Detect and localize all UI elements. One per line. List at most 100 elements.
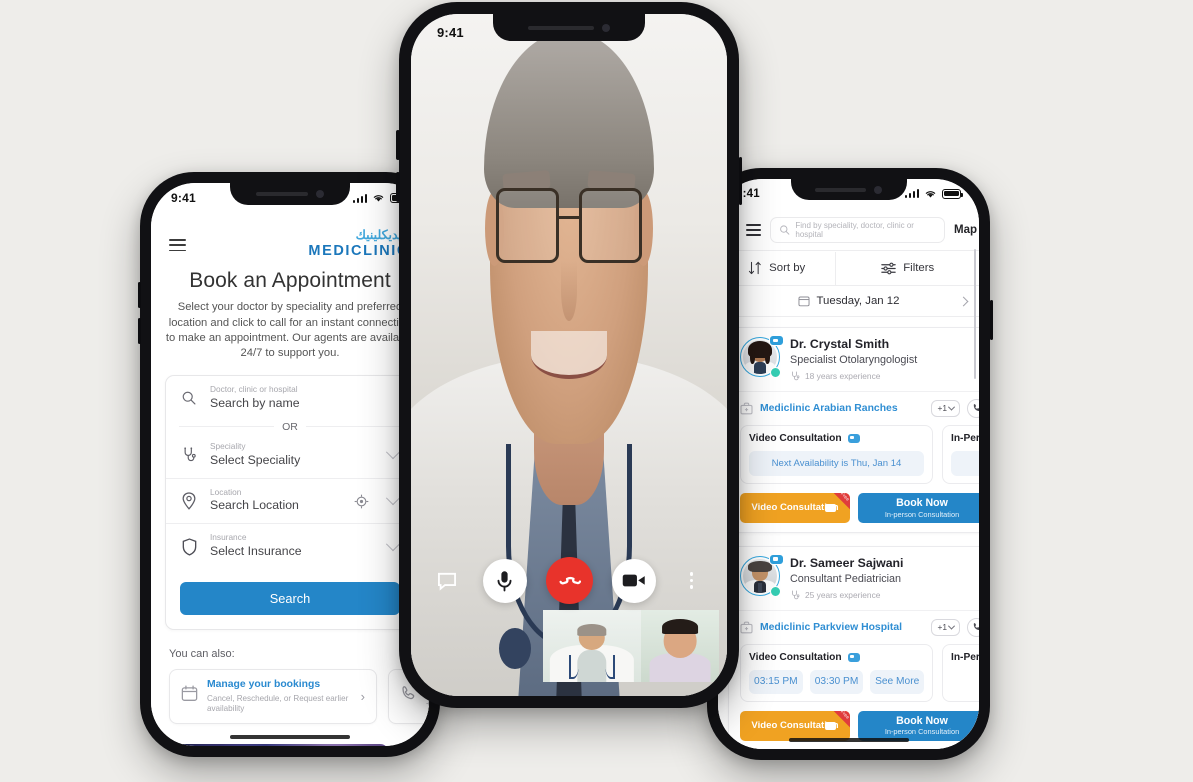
- stethoscope-bell: [499, 627, 532, 669]
- time-slot[interactable]: 03:15 PM: [749, 669, 803, 694]
- you-can-also-heading: You can also:: [169, 647, 235, 660]
- logo-english-text: MEDICLINIC: [308, 242, 409, 259]
- camera-button[interactable]: [611, 558, 656, 603]
- stethoscope-icon: [179, 447, 199, 464]
- chevron-down-icon[interactable]: [385, 536, 401, 551]
- earpiece-speaker: [527, 25, 595, 30]
- search-input[interactable]: Find by speciality, doctor, clinic or ho…: [770, 217, 945, 243]
- search-input[interactable]: Search by name: [210, 396, 401, 412]
- volume-up-button[interactable]: [137, 282, 141, 308]
- crosshair-locate-icon[interactable]: [354, 494, 369, 509]
- divider-line-right: [305, 426, 401, 428]
- phone-hangup-icon: [558, 576, 581, 585]
- field-doctor-clinic-hospital[interactable]: Doctor, clinic or hospital Search by nam…: [166, 376, 414, 421]
- book-now-button[interactable]: Book Now In-person Consultation: [858, 492, 979, 523]
- more-options-button[interactable]: [675, 564, 709, 598]
- field-location[interactable]: Location Search Location: [166, 477, 414, 524]
- filters-button[interactable]: Filters: [835, 251, 979, 285]
- field-label: Location: [210, 486, 242, 497]
- book-now-label: Book Now: [896, 496, 948, 509]
- left-phone-screen: 9:41 ميديكلينيك MEDICLINIC Book an Appoi…: [151, 183, 429, 746]
- chat-button[interactable]: [430, 564, 464, 598]
- next-availability[interactable]: Next Availability is Thu, Jan 14: [749, 450, 924, 476]
- avatar[interactable]: [740, 553, 784, 597]
- video-block-label: Video Consultation: [749, 432, 842, 444]
- chevron-down-icon[interactable]: [385, 491, 401, 506]
- online-status-dot: [770, 367, 781, 378]
- promo-banner-virus[interactable]: [169, 743, 389, 746]
- inperson-block-title: In-Pers: [951, 433, 979, 444]
- promo-banner-secondary[interactable]: [400, 743, 429, 746]
- see-more-slots[interactable]: See More: [870, 669, 925, 694]
- power-button[interactable]: [989, 300, 993, 340]
- chevron-down-icon: [947, 622, 956, 630]
- doctor-experience: 18 years experience: [790, 371, 979, 382]
- field-label: Doctor, clinic or hospital: [210, 384, 298, 395]
- left-phone-device: 9:41 ميديكلينيك MEDICLINIC Book an Appoi…: [137, 172, 443, 757]
- pip-doctor-video[interactable]: [543, 610, 641, 682]
- insurance-select-value[interactable]: Select Insurance: [210, 544, 377, 560]
- avatar[interactable]: [740, 335, 784, 378]
- map-toggle-button[interactable]: Map: [954, 224, 979, 236]
- search-icon: [780, 225, 790, 235]
- pip-patient-video[interactable]: [641, 610, 719, 682]
- video-consultation-button[interactable]: Video Consultation Free: [740, 492, 850, 523]
- doctor-card: Dr. Sameer Sajwani Consultant Pediatrici…: [728, 545, 979, 749]
- doctor-speciality: Specialist Otolaryngologist: [790, 354, 918, 367]
- doctor-name: Dr. Crystal Smith: [790, 337, 890, 351]
- more-locations-pill[interactable]: +1: [931, 399, 960, 417]
- calendar-icon: [797, 296, 810, 307]
- doctor-card: Dr. Crystal Smith Specialist Otolaryngol…: [728, 327, 979, 533]
- hamburger-menu-icon[interactable]: [746, 224, 761, 236]
- home-indicator: [230, 735, 350, 739]
- location-input[interactable]: Search Location: [210, 498, 343, 514]
- divider-line-left: [179, 426, 275, 428]
- video-consultation-button[interactable]: Video Consultation Free: [740, 710, 850, 741]
- speciality-select-value[interactable]: Select Speciality: [210, 453, 377, 469]
- phone-icon: [973, 623, 979, 631]
- mute-button[interactable]: [482, 558, 527, 603]
- more-locations-pill[interactable]: +1: [931, 618, 960, 636]
- consultation-slots: Video Consultation Next Availability is …: [729, 424, 979, 493]
- search-button[interactable]: Search: [180, 581, 400, 615]
- right-phone-device: 9:41 Find by speciality, doctor, clinic …: [704, 168, 993, 760]
- online-status-dot: [770, 585, 781, 597]
- video-block-label: Video Consultation: [749, 651, 842, 663]
- volume-down-button[interactable]: [396, 172, 400, 202]
- volume-down-button[interactable]: [137, 318, 141, 344]
- clinic-name[interactable]: Mediclinic Arabian Ranches: [760, 403, 924, 414]
- list-scrollbar[interactable]: [973, 249, 976, 379]
- video-camera-icon: [825, 503, 836, 512]
- home-indicator: [788, 738, 909, 742]
- hangup-button[interactable]: [545, 557, 593, 604]
- time-slot[interactable]: 03:30 PM: [809, 669, 864, 694]
- page-subtitle: Select your doctor by speciality and pre…: [165, 301, 415, 359]
- field-speciality[interactable]: Speciality Select Speciality: [166, 433, 414, 478]
- call-clinic-button[interactable]: [967, 617, 979, 637]
- selected-date: Tuesday, Jan 12: [816, 295, 900, 307]
- clinic-name[interactable]: Mediclinic Parkview Hospital: [760, 622, 924, 633]
- left-phone-notch: [230, 183, 350, 205]
- front-camera: [602, 23, 611, 32]
- next-availability[interactable]: Ne: [951, 450, 979, 476]
- three-dots-vertical-icon: [689, 572, 694, 589]
- volume-up-button[interactable]: [396, 130, 400, 160]
- next-day-button[interactable]: [958, 296, 969, 306]
- video-icon: [847, 433, 860, 443]
- sliders-icon: [881, 262, 896, 274]
- chevron-right-icon[interactable]: ›: [361, 689, 365, 704]
- appointment-search-form: Doctor, clinic or hospital Search by nam…: [165, 374, 415, 630]
- doctor-header: Dr. Sameer Sajwani Consultant Pediatrici…: [729, 547, 979, 611]
- video-block-title: Video Consultation: [749, 652, 924, 663]
- field-insurance[interactable]: Insurance Select Insurance: [166, 523, 414, 569]
- video-icon: [847, 652, 860, 662]
- field-label: Insurance: [210, 532, 247, 543]
- manage-bookings-card[interactable]: Manage your bookings Cancel, Reschedule,…: [169, 668, 377, 724]
- chevron-down-icon[interactable]: [385, 445, 401, 460]
- earpiece-speaker: [255, 192, 309, 196]
- time-slot-row: 03:15 PM 03:30 PM See More: [749, 669, 925, 694]
- book-now-button[interactable]: Book Now In-person Consultation: [858, 710, 979, 741]
- call-clinic-button[interactable]: [967, 398, 979, 418]
- power-button[interactable]: [738, 157, 742, 205]
- hamburger-menu-icon[interactable]: [169, 239, 186, 252]
